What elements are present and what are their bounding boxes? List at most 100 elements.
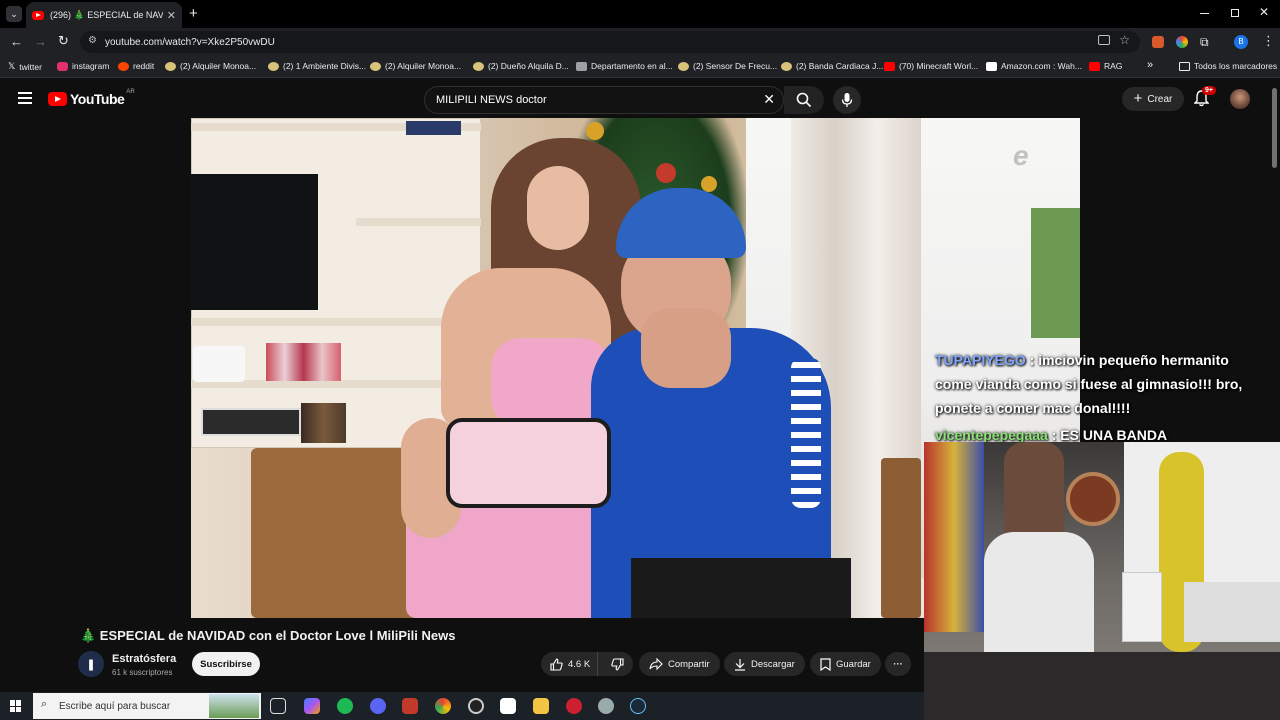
bookmark-item[interactable]: Amazon.com : Wah... bbox=[986, 61, 1082, 71]
dislike-button[interactable] bbox=[603, 652, 633, 676]
books bbox=[406, 121, 461, 135]
extension-color-icon[interactable] bbox=[1176, 36, 1188, 48]
copilot-icon[interactable] bbox=[304, 698, 320, 714]
channel-watermark: e bbox=[1013, 140, 1029, 171]
url-field[interactable]: ⚙ youtube.com/watch?v=Xke2P50vwDU ☆ bbox=[80, 31, 1140, 53]
bookmark-item[interactable]: reddit bbox=[118, 61, 154, 71]
bookmark-item[interactable]: (2) Banda Cardiaca J... bbox=[781, 61, 883, 71]
opera-icon[interactable] bbox=[566, 698, 582, 714]
windows-start-icon[interactable] bbox=[10, 700, 22, 712]
site-icon bbox=[678, 61, 689, 71]
file-explorer-icon[interactable] bbox=[533, 698, 549, 714]
bookmark-item[interactable]: (2) Dueño Alquila D... bbox=[473, 61, 569, 71]
discord-icon[interactable] bbox=[370, 698, 386, 714]
like-button[interactable]: 4.6 K bbox=[541, 652, 598, 676]
shelf-board bbox=[191, 318, 481, 326]
restore-icon[interactable] bbox=[1231, 9, 1239, 17]
books bbox=[301, 403, 346, 443]
reload-icon[interactable]: ↻ bbox=[58, 33, 69, 49]
bookmark-item[interactable]: instagram bbox=[57, 61, 109, 71]
create-button[interactable]: + Crear bbox=[1122, 87, 1184, 111]
window-close-icon[interactable]: ✕ bbox=[1259, 5, 1269, 19]
youtube-play-icon bbox=[48, 92, 67, 106]
desk bbox=[1184, 582, 1280, 642]
subscriber-count: 61 k suscriptores bbox=[112, 668, 173, 677]
share-button[interactable]: Compartir bbox=[639, 652, 720, 676]
search-highlight-image bbox=[209, 694, 259, 718]
channel-name[interactable]: Estratósfera bbox=[112, 653, 176, 665]
extension-icon[interactable] bbox=[1152, 36, 1164, 48]
minimize-icon[interactable] bbox=[1200, 13, 1209, 14]
user-avatar[interactable] bbox=[1230, 89, 1250, 109]
books bbox=[266, 343, 341, 381]
chrome-icon[interactable] bbox=[435, 698, 451, 714]
all-bookmarks-folder[interactable]: Todos los marcadores bbox=[1179, 61, 1277, 71]
search-query-text: MILIPILI NEWS doctor bbox=[436, 94, 547, 106]
chat-message: come vianda como si fuese al gimnasio!!!… bbox=[935, 376, 1242, 392]
site-info-icon[interactable]: ⚙ bbox=[88, 35, 97, 46]
voice-search-button[interactable] bbox=[833, 86, 861, 114]
bookmark-item[interactable]: (2) Alquiler Monoa... bbox=[165, 61, 256, 71]
save-label: Guardar bbox=[836, 658, 871, 670]
chat-text: ponete a comer mac donal!!!! bbox=[935, 400, 1131, 416]
browser-tab-active[interactable]: (296) 🎄 ESPECIAL de NAVIDAD ✕ bbox=[26, 2, 182, 28]
address-bar-row: ← → ↻ ⚙ youtube.com/watch?v=Xke2P50vwDU … bbox=[0, 28, 1280, 56]
bookmark-item[interactable]: RAG bbox=[1089, 61, 1122, 71]
bookmark-item[interactable]: Departamento en al... bbox=[576, 61, 673, 71]
page-scrollbar[interactable] bbox=[1272, 88, 1277, 168]
bookmarks-bar: 𝕏twitter instagram reddit (2) Alquiler M… bbox=[0, 56, 1280, 78]
tab-search-button[interactable]: ⌄ bbox=[6, 6, 22, 22]
close-icon[interactable]: ✕ bbox=[167, 9, 176, 22]
app-icon[interactable] bbox=[598, 698, 614, 714]
menu-kebab-icon[interactable]: ⋮ bbox=[1262, 33, 1275, 49]
taskbar-search-input[interactable]: ⌕ Escribe aquí para buscar bbox=[33, 693, 261, 719]
forward-icon[interactable]: → bbox=[34, 34, 47, 49]
extensions-puzzle-icon[interactable]: ⧉ bbox=[1200, 35, 1209, 50]
obs-icon[interactable] bbox=[468, 698, 484, 714]
chat-username: vicentepepegaaa bbox=[935, 427, 1048, 443]
save-button[interactable]: Guardar bbox=[810, 652, 881, 676]
create-label: Crear bbox=[1147, 93, 1173, 105]
hamburger-menu-icon[interactable] bbox=[18, 92, 32, 104]
site-icon bbox=[473, 61, 484, 71]
bookmarks-overflow-button[interactable]: » bbox=[1147, 59, 1153, 71]
round-mirror bbox=[1066, 472, 1120, 526]
camera-app-icon[interactable] bbox=[500, 698, 516, 714]
channel-logo-icon: ❚ bbox=[86, 658, 96, 671]
voice-app-icon[interactable] bbox=[402, 698, 418, 714]
new-tab-button[interactable]: + bbox=[189, 5, 198, 22]
folder-icon bbox=[1179, 61, 1190, 71]
download-icon bbox=[735, 658, 745, 671]
profile-avatar[interactable]: B bbox=[1234, 35, 1248, 49]
youtube-icon bbox=[884, 61, 895, 71]
download-button[interactable]: Descargar bbox=[724, 652, 805, 676]
bookmark-item[interactable]: (2) Sensor De Frecu... bbox=[678, 61, 777, 71]
chat-text: : imciovin pequeño hermanito bbox=[1025, 352, 1229, 368]
task-view-icon[interactable] bbox=[270, 698, 286, 714]
chat-text: : ES UNA BANDA bbox=[1047, 427, 1168, 443]
youtube-logo[interactable]: YouTube AR bbox=[48, 89, 135, 107]
steam-icon[interactable] bbox=[630, 698, 646, 714]
youtube-wordmark: YouTube bbox=[70, 91, 125, 107]
garden-plant bbox=[1031, 208, 1080, 338]
browser-tab-bar: ⌄ (296) 🎄 ESPECIAL de NAVIDAD ✕ + ✕ bbox=[0, 0, 1280, 28]
more-actions-button[interactable]: ··· bbox=[885, 652, 911, 676]
bookmark-item[interactable]: (70) Minecraft Worl... bbox=[884, 61, 978, 71]
back-icon[interactable]: ← bbox=[10, 34, 23, 49]
bookmark-item[interactable]: (2) Alquiler Monoa... bbox=[370, 61, 461, 71]
channel-avatar[interactable]: ❚ bbox=[78, 651, 104, 677]
spotify-icon[interactable] bbox=[337, 698, 353, 714]
subscribe-button[interactable]: Suscribirse bbox=[192, 652, 260, 676]
taskbar-search-placeholder: Escribe aquí para buscar bbox=[59, 700, 171, 712]
bookmark-star-icon[interactable]: ☆ bbox=[1119, 33, 1130, 47]
turntable bbox=[201, 408, 301, 436]
search-input[interactable]: MILIPILI NEWS doctor ✕ bbox=[424, 86, 784, 114]
install-app-icon[interactable] bbox=[1098, 35, 1110, 45]
notifications-button[interactable]: 9+ bbox=[1193, 86, 1216, 112]
search-button[interactable] bbox=[784, 86, 824, 114]
bookmark-item[interactable]: 𝕏twitter bbox=[8, 61, 42, 72]
clear-search-icon[interactable]: ✕ bbox=[763, 91, 775, 108]
bookmark-item[interactable]: (2) 1 Ambiente Divis... bbox=[268, 61, 366, 71]
speaker bbox=[193, 346, 245, 382]
plus-icon: + bbox=[1133, 90, 1143, 107]
